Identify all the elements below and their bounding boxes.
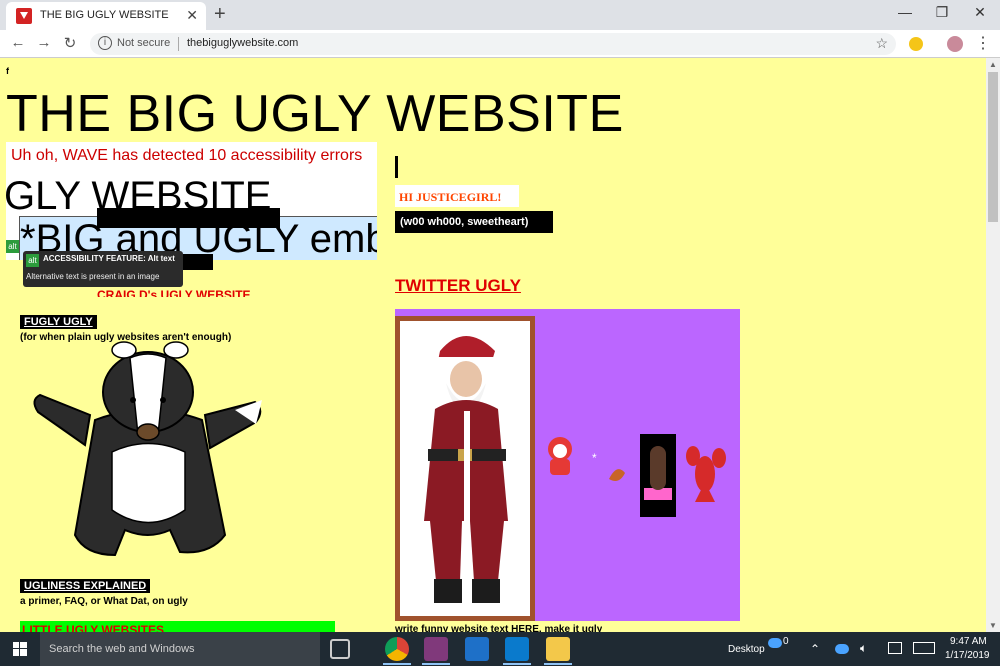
onedrive-icon[interactable] bbox=[768, 638, 782, 648]
browser-tab[interactable]: THE BIG UGLY WEBSITE ✕ bbox=[6, 2, 206, 30]
scroll-up-icon[interactable]: ▲ bbox=[989, 60, 997, 69]
edge-taskbar-icon[interactable] bbox=[465, 637, 489, 661]
extension-pacman-icon[interactable] bbox=[909, 37, 923, 51]
tooltip-description: Alternative text is present in an image bbox=[26, 272, 160, 281]
explorer-active-indicator bbox=[544, 663, 572, 665]
bookmark-star-icon[interactable]: ☆ bbox=[875, 35, 888, 52]
clock-date[interactable]: 1/17/2019 bbox=[945, 650, 990, 661]
onenote-taskbar-icon[interactable] bbox=[424, 637, 448, 661]
tab-title: THE BIG UGLY WEBSITE bbox=[40, 9, 169, 21]
back-button[interactable]: ← bbox=[8, 34, 28, 51]
little-ugly-banner[interactable]: LITTLE UGLY WEBSITES bbox=[20, 621, 335, 632]
tab-close-icon[interactable]: ✕ bbox=[186, 7, 198, 24]
maximize-button[interactable]: ❐ bbox=[932, 4, 952, 21]
sparkle-icon: * bbox=[592, 451, 597, 465]
dancer-image bbox=[640, 434, 676, 517]
volume-icon[interactable]: 🔈︎ bbox=[860, 641, 867, 656]
greeting-box: HI JUSTICEGIRL! bbox=[395, 185, 519, 207]
tooltip-title: ACCESSIBILITY FEATURE: Alt text bbox=[43, 254, 175, 263]
badger-image[interactable] bbox=[30, 340, 265, 565]
greeting-text: HI JUSTICEGIRL! bbox=[399, 190, 502, 204]
tray-overflow-chevron-icon[interactable]: ⌃ bbox=[810, 642, 820, 656]
alt-text-icon: alt bbox=[26, 254, 39, 267]
stray-text: f bbox=[6, 66, 9, 76]
santa-photo-frame bbox=[395, 316, 535, 621]
onenote-active-indicator bbox=[422, 663, 450, 665]
twitter-ugly-link[interactable]: TWITTER UGLY bbox=[395, 276, 521, 296]
start-button[interactable] bbox=[0, 632, 40, 666]
woo-text: (w00 wh000, sweetheart) bbox=[400, 216, 529, 228]
craig-website-link[interactable]: CRAIG D's UGLY WEBSITE bbox=[97, 288, 251, 297]
wave-error-banner: Uh oh, WAVE has detected 10 accessibilit… bbox=[6, 142, 377, 170]
santa-gallery: * bbox=[395, 309, 740, 621]
shrimp-icon bbox=[609, 469, 625, 481]
new-tab-button[interactable]: + bbox=[214, 3, 226, 26]
site-favicon-icon bbox=[16, 8, 32, 24]
page-viewport: f THE BIG UGLY WEBSITE Uh oh, WAVE has d… bbox=[0, 58, 986, 632]
security-label: Not secure bbox=[117, 37, 171, 49]
file-explorer-taskbar-icon[interactable] bbox=[546, 637, 570, 661]
lobster-icon bbox=[686, 446, 726, 502]
forward-button[interactable]: → bbox=[34, 34, 54, 51]
info-icon[interactable]: i bbox=[98, 36, 112, 50]
browser-toolbar: ← → ↻ i Not secure thebiguglywebsite.com… bbox=[0, 30, 1000, 58]
redaction-bar bbox=[97, 208, 280, 228]
browser-menu-icon[interactable]: ⋮ bbox=[975, 33, 991, 53]
browser-tab-bar: THE BIG UGLY WEBSITE ✕ + — ❐ ✕ bbox=[0, 0, 1000, 30]
url-text[interactable]: thebiguglywebsite.com bbox=[187, 37, 298, 49]
write-funny-link[interactable]: write funny website text HERE, make it u… bbox=[395, 624, 602, 632]
minimize-button[interactable]: — bbox=[895, 4, 915, 20]
cloud-tray-icon[interactable] bbox=[835, 644, 849, 654]
taskbar-search-placeholder: Search the web and Windows bbox=[49, 643, 195, 655]
profile-avatar[interactable] bbox=[947, 36, 963, 52]
text-cursor bbox=[395, 156, 398, 178]
vscode-taskbar-icon[interactable] bbox=[505, 637, 529, 661]
ugliness-explained-link[interactable]: UGLINESS EXPLAINED bbox=[20, 579, 151, 593]
scrollbar-thumb[interactable] bbox=[988, 72, 998, 222]
fugly-ugly-link[interactable]: FUGLY UGLY bbox=[20, 315, 97, 329]
close-window-button[interactable]: ✕ bbox=[970, 4, 990, 21]
page-scrollbar[interactable]: ▲ ▼ bbox=[986, 58, 1000, 632]
alt-text-badge-icon[interactable]: alt bbox=[6, 240, 19, 253]
touch-keyboard-icon[interactable] bbox=[913, 642, 935, 654]
address-bar[interactable]: i Not secure thebiguglywebsite.com ☆ bbox=[90, 33, 896, 55]
task-view-icon[interactable] bbox=[330, 639, 350, 659]
scroll-down-icon[interactable]: ▼ bbox=[989, 621, 997, 630]
woo-box: (w00 wh000, sweetheart) bbox=[395, 211, 553, 233]
little-ugly-link[interactable]: LITTLE UGLY WEBSITES bbox=[22, 623, 164, 632]
action-center-icon[interactable] bbox=[888, 642, 902, 654]
accessibility-tooltip: alt ACCESSIBILITY FEATURE: Alt text Alte… bbox=[23, 251, 183, 287]
page-title: THE BIG UGLY WEBSITE bbox=[6, 85, 624, 143]
clock-time[interactable]: 9:47 AM bbox=[950, 636, 987, 647]
santa-figure-image bbox=[424, 336, 508, 603]
ugliness-subtitle: a primer, FAQ, or What Dat, on ugly bbox=[20, 596, 188, 607]
taskbar-search[interactable]: Search the web and Windows bbox=[40, 632, 320, 666]
desktop-toolbar-label[interactable]: Desktop bbox=[728, 644, 765, 655]
reload-button[interactable]: ↻ bbox=[60, 34, 80, 52]
chrome-active-indicator bbox=[383, 663, 411, 665]
santa-photo[interactable] bbox=[400, 321, 530, 616]
onedrive-count: 0 bbox=[783, 636, 789, 647]
windows-taskbar: Search the web and Windows Desktop 0 ⌃ 🔈… bbox=[0, 632, 1000, 666]
little-santa-icon bbox=[548, 437, 572, 475]
vscode-active-indicator bbox=[503, 663, 531, 665]
chrome-taskbar-icon[interactable] bbox=[385, 637, 409, 661]
address-divider bbox=[178, 37, 179, 51]
windows-logo-icon bbox=[13, 642, 27, 656]
wave-error-text: Uh oh, WAVE has detected 10 accessibilit… bbox=[11, 147, 363, 164]
